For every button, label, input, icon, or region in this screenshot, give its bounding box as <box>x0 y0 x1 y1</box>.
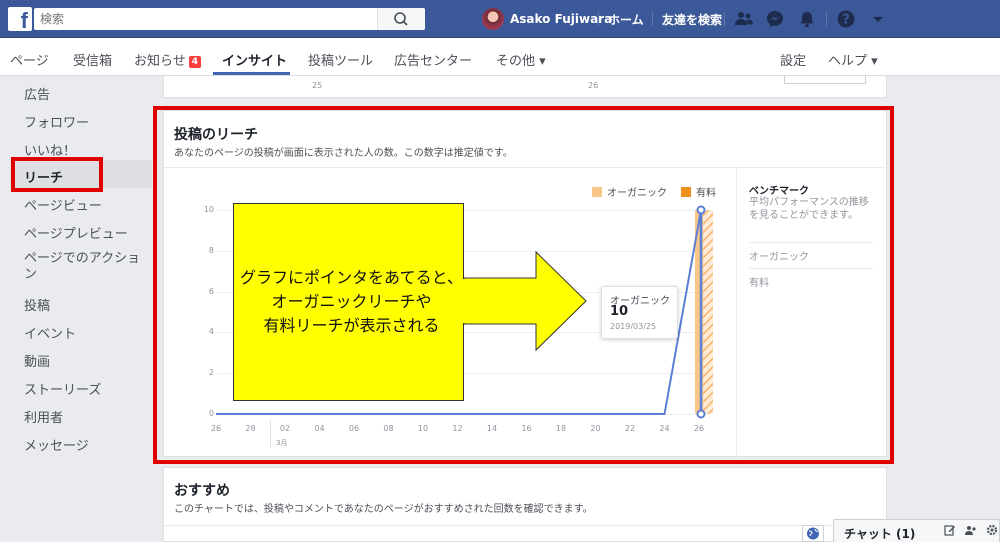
tab-inbox[interactable]: 受信箱 <box>73 50 112 69</box>
facebook-logo[interactable]: f <box>8 7 32 31</box>
compose-icon[interactable] <box>944 524 956 536</box>
messenger-icon[interactable] <box>765 9 785 29</box>
sidebar-item-videos[interactable]: 動画 <box>24 351 50 370</box>
sidebar-item-events[interactable]: イベント <box>24 323 76 342</box>
chart-tooltip: オーガニック 10 2019/03/25 <box>601 286 678 339</box>
sidebar-item-page-previews[interactable]: ページプレビュー <box>24 223 128 242</box>
search-box <box>34 8 425 30</box>
tooltip-date: 2019/03/25 <box>610 322 657 331</box>
tooltip-value: 10 <box>610 304 629 319</box>
friends-icon[interactable] <box>734 9 754 29</box>
help-menu[interactable]: ヘルプ ▾ <box>828 50 878 69</box>
bell-icon[interactable] <box>797 9 817 29</box>
tab-page[interactable]: ページ <box>10 50 49 69</box>
annotation-text: グラフにポインタをあてると、 オーガニックリーチや 有料リーチが表示される <box>239 268 464 335</box>
friends-icon[interactable] <box>965 524 977 536</box>
previous-chart-card: 25 26 <box>163 76 887 98</box>
search-button[interactable] <box>377 8 425 30</box>
sidebar-item-followers[interactable]: フォロワー <box>24 112 89 131</box>
sidebar-item-posts[interactable]: 投稿 <box>24 295 50 314</box>
reach-highlight-box <box>11 157 103 192</box>
date-range-selector[interactable] <box>784 76 866 84</box>
chat-label: チャット (1) <box>844 527 916 541</box>
sidebar-item-stories[interactable]: ストーリーズ <box>24 379 101 398</box>
divider <box>598 12 599 26</box>
sidebar-item-page-views[interactable]: ページビュー <box>24 195 102 214</box>
divider <box>164 525 886 526</box>
avatar <box>482 8 504 30</box>
globe-icon <box>807 527 819 540</box>
profile-link[interactable]: Asako Fujiwara <box>482 8 612 30</box>
x-tick-label: 26 <box>588 81 599 90</box>
sidebar-item-messages[interactable]: メッセージ <box>24 435 89 454</box>
search-icon <box>394 12 408 26</box>
divider <box>826 12 827 26</box>
insights-sidebar: 広告 フォロワー いいね！ リーチ ページビュー ページプレビュー ページでのア… <box>0 76 152 542</box>
tab-insights[interactable]: インサイト <box>222 50 287 69</box>
chat-bar[interactable]: チャット (1) <box>833 519 1000 542</box>
home-link[interactable]: ホーム <box>608 11 644 28</box>
gear-icon[interactable] <box>986 524 998 536</box>
recommendations-card: おすすめ このチャートでは、投稿やコメントであなたのページがおすすめされた回数を… <box>163 467 887 542</box>
tab-notifications[interactable]: お知らせ 4 <box>134 50 202 69</box>
page-navigation: ページ 受信箱 お知らせ 4 インサイト 投稿ツール 広告センター その他 ▾ 設… <box>0 38 1000 76</box>
globe-button[interactable] <box>802 525 824 542</box>
notification-badge: 4 <box>188 56 202 68</box>
caret-down-icon[interactable] <box>868 9 888 29</box>
card-subtitle: このチャートでは、投稿やコメントであなたのページがおすすめされた回数を確認できま… <box>174 504 593 515</box>
divider <box>652 12 653 26</box>
sidebar-item-page-actions[interactable]: ページでのアクショ ン <box>24 251 140 283</box>
top-navigation-bar: f Asako Fujiwara ホーム 友達を検索 ? <box>0 0 1000 38</box>
sidebar-item-ads[interactable]: 広告 <box>24 84 50 103</box>
tab-ad-center[interactable]: 広告センター <box>394 50 472 69</box>
divider <box>724 12 725 26</box>
tab-publishing-tools[interactable]: 投稿ツール <box>308 50 373 69</box>
help-icon[interactable]: ? <box>836 9 856 29</box>
annotation-arrow <box>460 250 587 352</box>
active-tab-indicator <box>213 72 290 75</box>
sidebar-item-people[interactable]: 利用者 <box>24 407 63 426</box>
tab-notifications-label: お知らせ <box>134 54 186 69</box>
x-tick-label: 25 <box>312 81 323 90</box>
find-friends-link[interactable]: 友達を検索 <box>662 11 722 28</box>
search-input[interactable] <box>34 8 374 30</box>
settings-link[interactable]: 設定 <box>780 50 806 69</box>
user-name: Asako Fujiwara <box>510 12 613 26</box>
svg-text:?: ? <box>842 13 850 28</box>
card-title: おすすめ <box>174 483 230 499</box>
tab-more[interactable]: その他 ▾ <box>496 50 546 69</box>
